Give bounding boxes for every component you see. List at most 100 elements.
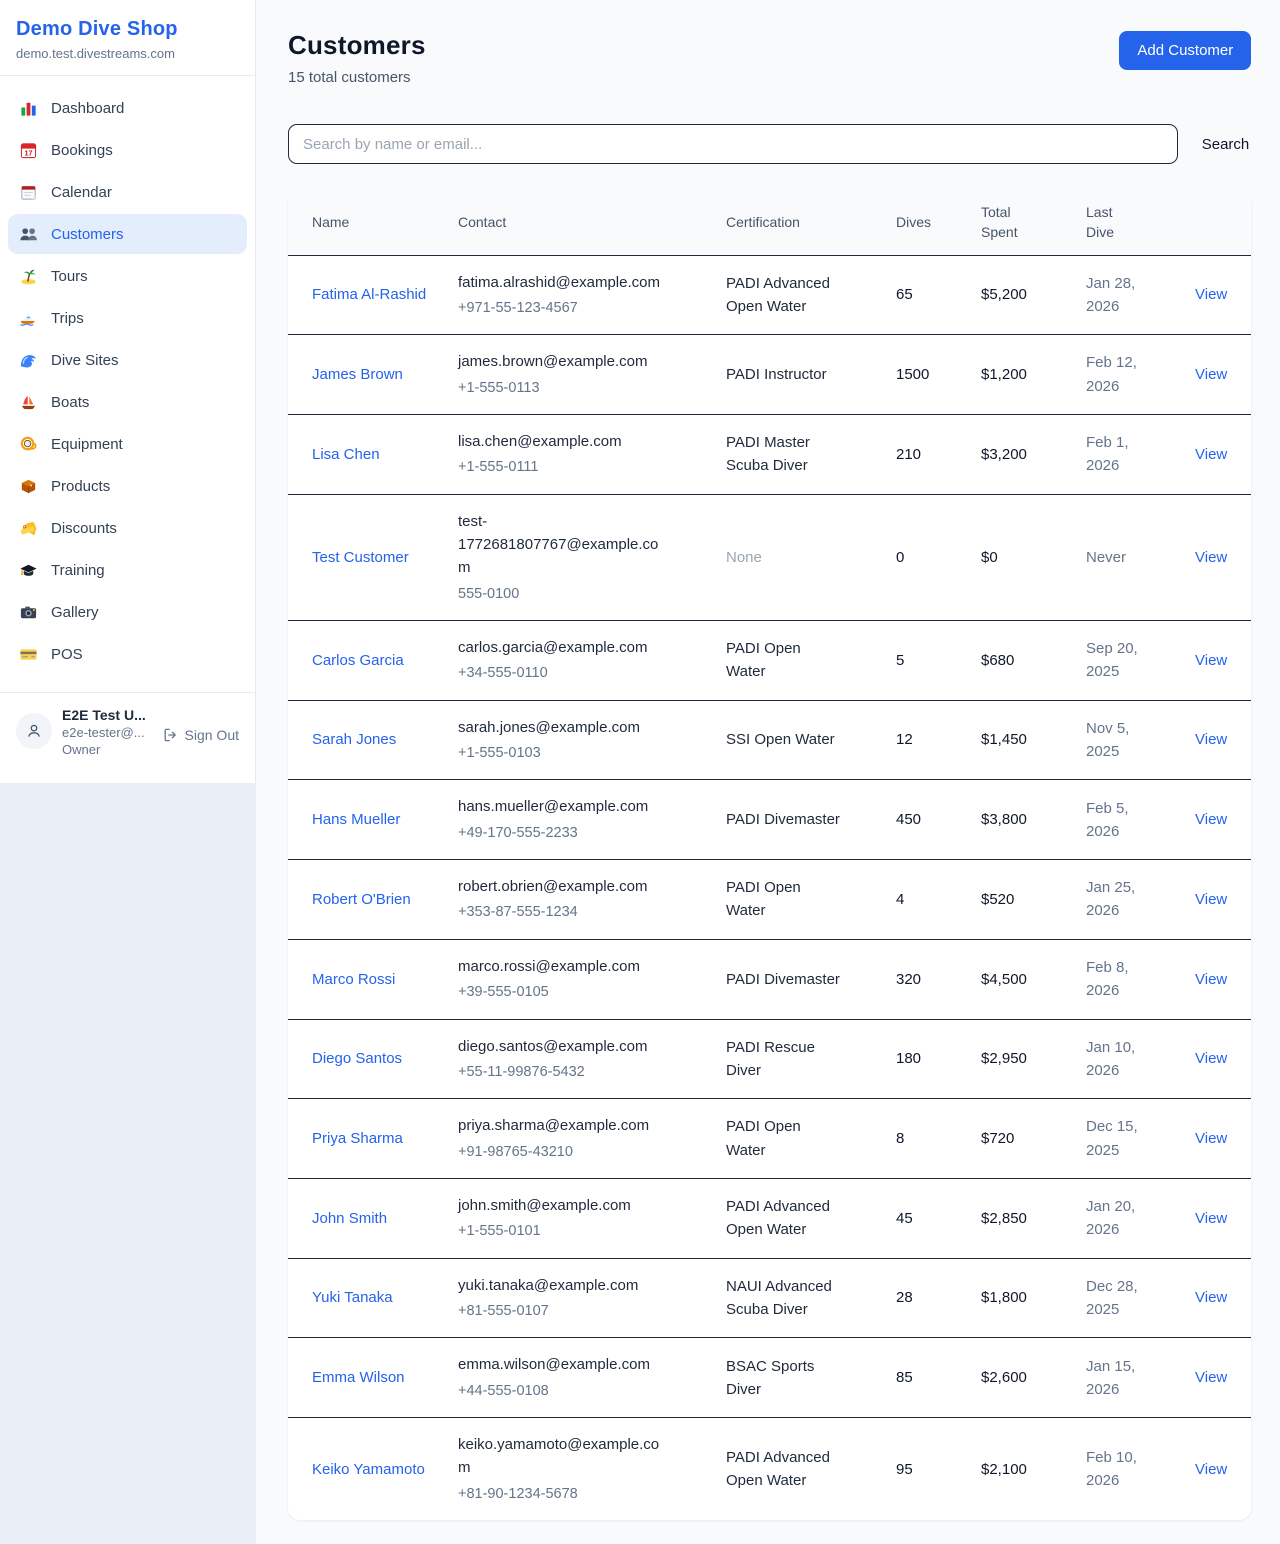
user-meta: E2E Test U... e2e-tester@... Owner — [62, 707, 152, 757]
customer-certification: PADI Advanced Open Water — [726, 257, 896, 334]
customer-email: diego.santos@example.com — [458, 1035, 670, 1058]
customer-count: 15 total customers — [288, 69, 426, 86]
customer-email: robert.obrien@example.com — [458, 875, 670, 898]
sidebar-item-discounts[interactable]: Discounts — [8, 508, 247, 548]
customer-last-dive: Jan 10, 2026 — [1086, 1021, 1195, 1098]
sidebar-item-customers[interactable]: Customers — [8, 214, 247, 254]
search-button[interactable]: Search — [1200, 130, 1252, 159]
customer-total-spent: $2,100 — [981, 1443, 1086, 1496]
wave-icon — [18, 350, 38, 370]
sidebar-item-label: Trips — [51, 310, 84, 327]
customer-dives: 450 — [896, 793, 981, 846]
sidebar-item-products[interactable]: Products — [8, 466, 247, 506]
view-customer-link[interactable]: View — [1195, 652, 1227, 669]
view-customer-link[interactable]: View — [1195, 891, 1227, 908]
view-customer-link[interactable]: View — [1195, 731, 1227, 748]
view-customer-link[interactable]: View — [1195, 446, 1227, 463]
customer-name-link[interactable]: Marco Rossi — [312, 971, 395, 988]
view-customer-link[interactable]: View — [1195, 1130, 1227, 1147]
sidebar-item-label: Dashboard — [51, 100, 124, 117]
user-role: Owner — [62, 742, 152, 757]
customer-dives: 85 — [896, 1351, 981, 1404]
sidebar-item-tours[interactable]: Tours — [8, 256, 247, 296]
customer-name-link[interactable]: Yuki Tanaka — [312, 1289, 393, 1306]
column-header-last-dive: Last Dive — [1086, 190, 1150, 255]
view-customer-link[interactable]: View — [1195, 1050, 1227, 1067]
customer-email: yuki.tanaka@example.com — [458, 1274, 670, 1297]
customer-certification: PADI Advanced Open Water — [726, 1180, 896, 1257]
view-customer-link[interactable]: View — [1195, 366, 1227, 383]
sidebar-nav: Dashboard 17 Bookings Calendar Customers — [0, 76, 255, 686]
sidebar-item-bookings[interactable]: 17 Bookings — [8, 130, 247, 170]
customer-name-link[interactable]: Diego Santos — [312, 1050, 402, 1067]
sidebar-item-label: Discounts — [51, 520, 117, 537]
customer-email: test-1772681807767@example.com — [458, 510, 670, 580]
view-customer-link[interactable]: View — [1195, 811, 1227, 828]
table-header-row: Name Contact Certification Dives Total S… — [288, 190, 1251, 256]
customer-total-spent: $1,450 — [981, 713, 1086, 766]
sidebar-item-trips[interactable]: Trips — [8, 298, 247, 338]
customer-name-link[interactable]: James Brown — [312, 366, 403, 383]
customer-dives: 5 — [896, 634, 981, 687]
view-customer-link[interactable]: View — [1195, 1289, 1227, 1306]
customer-name-link[interactable]: Priya Sharma — [312, 1130, 403, 1147]
sidebar-item-training[interactable]: Training — [8, 550, 247, 590]
search-input[interactable] — [288, 124, 1178, 164]
sign-out-button[interactable]: Sign Out — [162, 727, 239, 743]
customer-certification: PADI Divemaster — [726, 953, 896, 1006]
customer-name-link[interactable]: Lisa Chen — [312, 446, 380, 463]
table-row: Hans Mueller hans.mueller@example.com +4… — [288, 780, 1251, 860]
island-icon — [18, 266, 38, 286]
customer-dives: 210 — [896, 428, 981, 481]
sidebar-item-gallery[interactable]: Gallery — [8, 592, 247, 632]
sidebar-item-label: Dive Sites — [51, 352, 119, 369]
customer-last-dive: Feb 12, 2026 — [1086, 336, 1195, 413]
add-customer-button[interactable]: Add Customer — [1119, 31, 1251, 70]
sidebar-item-equipment[interactable]: Equipment — [8, 424, 247, 464]
customer-name-link[interactable]: Robert O'Brien — [312, 891, 411, 908]
table-row: James Brown james.brown@example.com +1-5… — [288, 335, 1251, 415]
view-customer-link[interactable]: View — [1195, 286, 1227, 303]
person-icon — [25, 722, 43, 740]
customer-certification: BSAC Sports Diver — [726, 1340, 896, 1417]
brand-block: Demo Dive Shop demo.test.divestreams.com — [0, 0, 255, 76]
customer-name-link[interactable]: Fatima Al-Rashid — [312, 286, 426, 303]
page-header: Customers 15 total customers Add Custome… — [288, 30, 1251, 86]
credit-card-icon — [18, 644, 38, 664]
sidebar-item-calendar[interactable]: Calendar — [8, 172, 247, 212]
sailboat-icon — [18, 392, 38, 412]
view-customer-link[interactable]: View — [1195, 1369, 1227, 1386]
customer-name-link[interactable]: Carlos Garcia — [312, 652, 404, 669]
shop-name: Demo Dive Shop — [16, 18, 239, 41]
customer-certification: PADI Instructor — [726, 348, 896, 401]
customer-name-link[interactable]: Sarah Jones — [312, 731, 396, 748]
table-row: Sarah Jones sarah.jones@example.com +1-5… — [288, 701, 1251, 781]
customer-name-link[interactable]: Emma Wilson — [312, 1369, 405, 1386]
sidebar-item-dive-sites[interactable]: Dive Sites — [8, 340, 247, 380]
customer-name-link[interactable]: Hans Mueller — [312, 811, 400, 828]
sidebar-item-pos[interactable]: POS — [8, 634, 247, 674]
customer-name-link[interactable]: Test Customer — [312, 549, 409, 566]
customer-name-link[interactable]: John Smith — [312, 1210, 387, 1227]
sidebar-item-boats[interactable]: Boats — [8, 382, 247, 422]
table-row: John Smith john.smith@example.com +1-555… — [288, 1179, 1251, 1259]
customer-email: priya.sharma@example.com — [458, 1114, 670, 1137]
customer-phone: +49-170-555-2233 — [458, 822, 670, 844]
table-row: Carlos Garcia carlos.garcia@example.com … — [288, 621, 1251, 701]
customer-name-link[interactable]: Keiko Yamamoto — [312, 1461, 425, 1478]
customer-dives: 0 — [896, 531, 981, 584]
view-customer-link[interactable]: View — [1195, 1210, 1227, 1227]
table-row: Priya Sharma priya.sharma@example.com +9… — [288, 1099, 1251, 1179]
sidebar-item-dashboard[interactable]: Dashboard — [8, 88, 247, 128]
customer-phone: +81-555-0107 — [458, 1300, 670, 1322]
view-customer-link[interactable]: View — [1195, 549, 1227, 566]
calendar-date-icon: 17 — [18, 140, 38, 160]
customer-email: lisa.chen@example.com — [458, 430, 670, 453]
bar-chart-icon — [18, 98, 38, 118]
table-row: Diego Santos diego.santos@example.com +5… — [288, 1020, 1251, 1100]
sidebar-item-label: Bookings — [51, 142, 113, 159]
customer-phone: +353-87-555-1234 — [458, 901, 670, 923]
user-name: E2E Test U... — [62, 707, 152, 723]
view-customer-link[interactable]: View — [1195, 971, 1227, 988]
view-customer-link[interactable]: View — [1195, 1461, 1227, 1478]
